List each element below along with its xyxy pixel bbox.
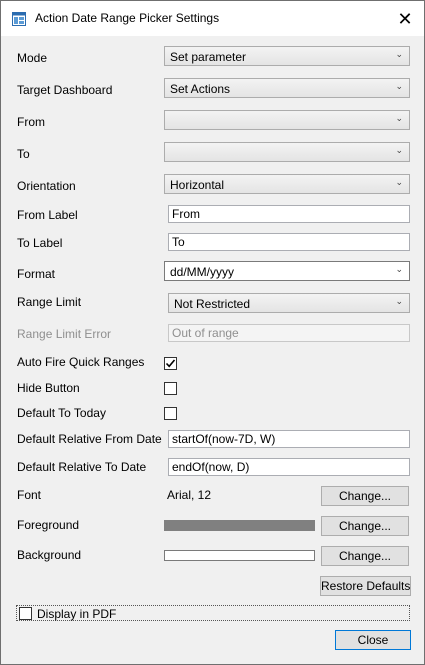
window-title: Action Date Range Picker Settings [35,11,220,25]
format-label: Format [17,267,56,281]
mode-value: Set parameter [170,50,247,64]
range-limit-value: Not Restricted [174,297,251,311]
settings-dialog: Action Date Range Picker Settings ✕ Mode… [0,0,425,665]
hide-button-label: Hide Button [17,381,80,395]
range-limit-label: Range Limit [17,295,82,309]
from-select[interactable]: ⌄ [164,110,410,130]
to-label-label: To Label [17,236,63,250]
foreground-label: Foreground [17,518,80,532]
foreground-color-swatch [164,520,315,531]
background-label: Background [17,548,82,562]
orientation-value: Horizontal [170,178,225,192]
font-value: Arial, 12 [167,488,212,502]
display-in-pdf-label: Display in PDF [37,607,117,621]
chevron-down-icon: ⌄ [395,296,403,306]
chevron-down-icon: ⌄ [395,145,403,155]
chevron-down-icon: ⌄ [395,177,403,187]
default-relative-to-input[interactable]: endOf(now, D) [168,458,410,476]
default-to-today-label: Default To Today [17,406,106,420]
mode-select[interactable]: Set parameter ⌄ [164,46,410,66]
display-in-pdf-checkbox[interactable] [19,607,32,620]
range-limit-error-label: Range Limit Error [17,327,112,341]
default-relative-to-label: Default Relative To Date [17,460,147,474]
chevron-down-icon: ⌄ [395,49,403,59]
restore-defaults-button[interactable]: Restore Defaults [320,576,411,596]
hide-button-checkbox[interactable] [164,382,177,395]
target-dashboard-label: Target Dashboard [17,83,113,97]
chevron-down-icon: ⌄ [395,113,403,123]
background-color-swatch [164,550,315,561]
mode-label: Mode [17,51,48,65]
from-label-label: From Label [17,208,78,222]
to-label-input[interactable]: To [168,233,410,251]
auto-fire-label: Auto Fire Quick Ranges [17,355,145,369]
chevron-down-icon: ⌄ [395,81,403,91]
font-change-button[interactable]: Change... [321,486,409,506]
default-relative-from-input[interactable]: startOf(now-7D, W) [168,430,410,448]
range-limit-error-input: Out of range [168,324,410,342]
default-relative-from-label: Default Relative From Date [17,432,162,446]
range-limit-select[interactable]: Not Restricted ⌄ [168,293,410,313]
default-to-today-checkbox[interactable] [164,407,177,420]
from-label-input[interactable]: From [168,205,410,223]
format-value: dd/MM/yyyy [170,265,235,279]
chevron-down-icon: ⌄ [395,264,403,274]
orientation-label: Orientation [17,179,76,193]
display-in-pdf-row[interactable]: Display in PDF [16,605,410,621]
dashboard-icon [12,12,26,26]
title-bar: Action Date Range Picker Settings ✕ [1,1,424,36]
from-label: From [17,115,45,129]
background-change-button[interactable]: Change... [321,546,409,566]
foreground-change-button[interactable]: Change... [321,516,409,536]
checkmark-icon [165,359,176,368]
target-dashboard-select[interactable]: Set Actions ⌄ [164,78,410,98]
close-icon[interactable]: ✕ [391,6,419,32]
auto-fire-checkbox[interactable] [164,357,177,370]
font-label: Font [17,488,42,502]
orientation-select[interactable]: Horizontal ⌄ [164,174,410,194]
format-combo[interactable]: dd/MM/yyyy ⌄ [164,261,410,281]
to-label: To [17,147,30,161]
to-select[interactable]: ⌄ [164,142,410,162]
target-dashboard-value: Set Actions [170,82,231,96]
close-button[interactable]: Close [335,630,411,650]
